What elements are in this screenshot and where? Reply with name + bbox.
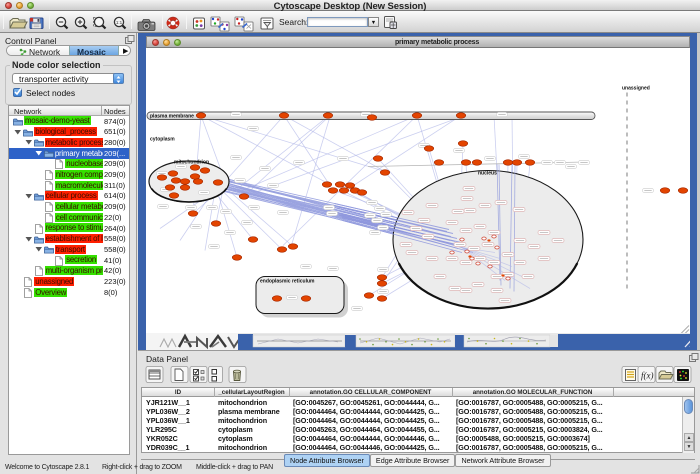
svg-text:unassigned: unassigned [622, 85, 650, 91]
svg-text:f(x): f(x) [641, 371, 654, 381]
svg-text:nucleus: nucleus [478, 170, 497, 176]
svg-text:cytoplasm: cytoplasm [150, 136, 175, 142]
svg-text:plasma membrane: plasma membrane [150, 113, 194, 119]
svg-text:endoplasmic reticulum: endoplasmic reticulum [260, 278, 315, 284]
svg-text:1:1: 1:1 [116, 20, 123, 25]
